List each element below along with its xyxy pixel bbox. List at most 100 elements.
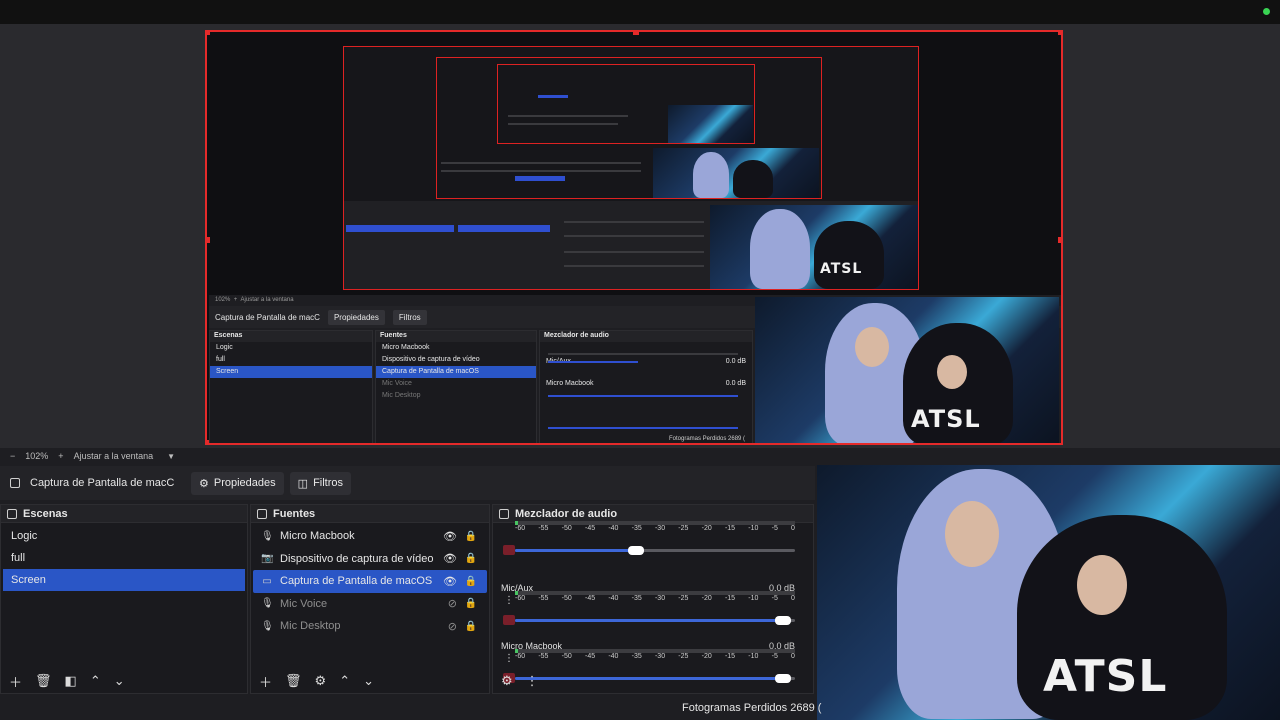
volume-knob[interactable] xyxy=(628,546,644,555)
db-tick: -35 xyxy=(631,525,642,532)
sources-dock: Fuentes 🎙 Micro Macbook 👁 🔒 📷 Dispositiv… xyxy=(250,504,490,694)
eye-icon[interactable]: 👁 xyxy=(443,575,457,588)
face-right xyxy=(1077,555,1127,615)
nested-scenes-panel: Escenas Logic full Screen xyxy=(209,330,373,443)
properties-button[interactable]: ⚙ Propiedades xyxy=(191,471,284,495)
mixer-toolbar: ⚙ ⋮ xyxy=(493,669,813,693)
mute-speaker-icon[interactable] xyxy=(503,545,515,555)
scene-label: Screen xyxy=(11,574,46,586)
nested-capture-3 xyxy=(497,64,755,144)
source-item-screen-capture[interactable]: ▭ Captura de Pantalla de macOS 👁 🔒 xyxy=(253,570,487,593)
db-tick: -10 xyxy=(748,595,759,602)
chevron-down-icon[interactable]: ▼ xyxy=(167,452,175,461)
scene-label: full xyxy=(11,552,26,564)
source-label: Dispositivo de captura de vídeo xyxy=(280,552,434,565)
channel-kebab-icon[interactable]: ⋮ xyxy=(504,653,514,664)
volume-fill xyxy=(515,619,791,622)
db-tick: -50 xyxy=(561,595,572,602)
source-label: Mic Voice xyxy=(280,597,328,610)
lock-icon[interactable]: 🔒 xyxy=(465,598,477,609)
obs-window: ATSL 102% + Ajustar a la ventana Captura… xyxy=(0,0,1280,720)
db-tick: -45 xyxy=(584,595,596,602)
scene-item-screen[interactable]: Screen xyxy=(3,569,245,591)
nested-mixer-panel: Mezclador de audio Mic/Aux0.0 dB Micro M… xyxy=(539,330,753,443)
selected-source: Captura de Pantalla de macC xyxy=(0,477,185,489)
move-source-down-button[interactable]: ⌄ xyxy=(363,673,374,689)
transform-handle-tr[interactable] xyxy=(1058,32,1061,35)
microphone-icon: 🎙 xyxy=(261,620,274,632)
transform-handle-tc[interactable] xyxy=(633,32,639,35)
db-tick: -25 xyxy=(678,595,689,602)
add-source-button[interactable]: ＋ xyxy=(259,672,272,691)
eye-icon[interactable]: 👁 xyxy=(443,530,457,543)
zoom-in-button[interactable]: + xyxy=(58,451,63,461)
transform-handle-ml[interactable] xyxy=(207,237,210,243)
sources-toolbar: ＋ 🗑 ⚙ ⌃ ⌄ xyxy=(251,669,489,693)
source-item-mic-desktop[interactable]: 🎙 Mic Desktop ⊘ 🔒 xyxy=(253,615,487,638)
source-toolbar: Captura de Pantalla de macC ⚙ Propiedade… xyxy=(0,466,815,500)
lock-icon[interactable]: 🔒 xyxy=(465,576,477,587)
advanced-audio-gear-icon[interactable]: ⚙ xyxy=(501,673,513,689)
move-scene-up-button[interactable]: ⌃ xyxy=(90,673,101,689)
db-tick: -50 xyxy=(561,653,572,660)
move-source-up-button[interactable]: ⌃ xyxy=(339,673,350,689)
remove-source-button[interactable]: 🗑 xyxy=(285,673,302,689)
sources-title: Fuentes xyxy=(273,507,316,520)
volume-knob[interactable] xyxy=(775,616,791,625)
filters-button[interactable]: ◫ Filtros xyxy=(289,471,352,495)
preview-area[interactable]: ATSL 102% + Ajustar a la ventana Captura… xyxy=(0,0,1280,450)
db-tick: -20 xyxy=(701,653,712,660)
source-item-video-capture[interactable]: 📷 Dispositivo de captura de vídeo 👁 🔒 xyxy=(253,548,487,571)
face-left xyxy=(945,501,999,567)
db-tick: -15 xyxy=(724,595,736,602)
move-scene-down-button[interactable]: ⌄ xyxy=(114,673,125,689)
source-properties-button[interactable]: ⚙ xyxy=(315,673,327,689)
zoom-bar: − 102% + Ajustar a la ventana ▼ xyxy=(0,448,1280,464)
lock-icon[interactable]: 🔒 xyxy=(465,621,477,632)
mixer-menu-kebab-icon[interactable]: ⋮ xyxy=(526,673,539,689)
lock-icon[interactable]: 🔒 xyxy=(465,531,477,542)
mute-speaker-icon[interactable] xyxy=(503,615,515,625)
db-tick: 0 xyxy=(791,595,795,602)
db-tick: -5 xyxy=(771,653,778,660)
monitor-icon: ▭ xyxy=(262,575,272,587)
db-tick: -60 xyxy=(515,595,526,602)
zoom-level: 102% xyxy=(25,451,49,461)
source-label: Micro Macbook xyxy=(280,530,355,543)
preview-canvas[interactable]: ATSL 102% + Ajustar a la ventana Captura… xyxy=(205,30,1063,445)
lock-icon[interactable]: 🔒 xyxy=(465,553,477,564)
db-tick: -30 xyxy=(654,653,666,660)
add-scene-button[interactable]: ＋ xyxy=(9,672,22,691)
remove-scene-button[interactable]: 🗑 xyxy=(35,673,52,689)
db-scale: -60 -55 -50 -45 -40 -35 -30 -25 -20 -15 -10 -5 0 xyxy=(515,595,795,602)
db-tick: -25 xyxy=(678,525,689,532)
eye-slash-icon[interactable]: ⊘ xyxy=(448,620,457,633)
db-scale: -60 -55 -50 -45 -40 -35 -30 -25 -20 -15 -10 -5 0 xyxy=(515,525,795,532)
dock-window-icon xyxy=(7,508,17,519)
source-item-mic-voice[interactable]: 🎙 Mic Voice ⊘ 🔒 xyxy=(253,593,487,616)
nested-camera-logo: ATSL xyxy=(820,261,863,277)
channel-kebab-icon[interactable]: ⋮ xyxy=(504,595,514,606)
scenes-dock-header: Escenas xyxy=(1,505,247,523)
eye-slash-icon[interactable]: ⊘ xyxy=(448,597,457,610)
properties-label: Propiedades xyxy=(213,477,276,489)
gear-icon: ⚙ xyxy=(199,477,209,490)
source-item-micro-macbook[interactable]: 🎙 Micro Macbook 👁 🔒 xyxy=(253,525,487,548)
nested-obs-ui: 102% + Ajustar a la ventana Captura de P… xyxy=(209,295,1061,443)
scene-item-full[interactable]: full xyxy=(3,547,245,569)
volume-slider[interactable] xyxy=(515,546,795,555)
filters-label: Filtros xyxy=(313,477,344,489)
transform-handle-mr[interactable] xyxy=(1058,237,1061,243)
scene-filters-button[interactable]: ◧ xyxy=(65,673,77,689)
db-tick: -30 xyxy=(654,525,666,532)
db-tick: -15 xyxy=(724,653,736,660)
zoom-out-button[interactable]: − xyxy=(10,451,15,461)
volume-slider[interactable] xyxy=(515,616,795,625)
camera-overlay: ATSL xyxy=(817,465,1280,720)
eye-icon[interactable]: 👁 xyxy=(443,552,457,565)
db-tick: -40 xyxy=(608,525,619,532)
nested-dropped-frames: Fotogramas Perdidos 2689 ( xyxy=(669,436,746,442)
scene-item-logic[interactable]: Logic xyxy=(3,525,245,547)
transform-handle-tl[interactable] xyxy=(207,32,210,35)
fit-to-window-label[interactable]: Ajustar a la ventana xyxy=(74,451,154,461)
